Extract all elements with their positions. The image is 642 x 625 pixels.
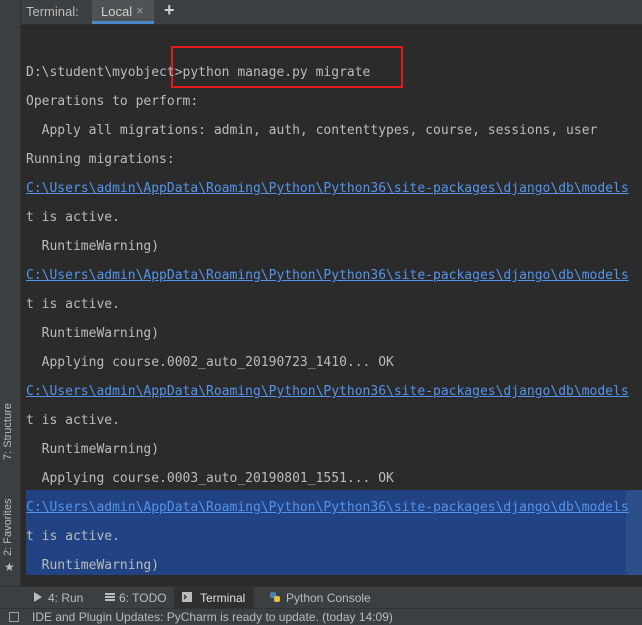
terminal-line: t is active. [26,297,120,312]
python-console-tool-tab[interactable]: Python Console [264,587,380,609]
terminal-link-line[interactable]: C:\Users\admin\AppData\Roaming\Python\Py… [26,499,629,517]
status-bar: IDE and Plugin Updates: PyCharm is ready… [0,608,642,625]
status-message[interactable]: IDE and Plugin Updates: PyCharm is ready… [32,610,393,624]
terminal-line: D:\student\myobject>python manage.py mig… [26,65,371,80]
terminal-line: Applying course.0003_auto_20190801_1551.… [26,471,394,486]
todo-tool-label: 6: TODO [119,591,167,605]
notification-icon[interactable] [9,612,19,622]
python-icon [270,592,280,602]
terminal-line: Applying course.0002_auto_20190723_1410.… [26,355,394,370]
tab-local-label: Local [101,4,133,19]
structure-tool-tab[interactable]: 7: Structure [2,396,18,460]
terminal-line: RuntimeWarning) [26,442,160,457]
run-tool-label: 4: Run [48,591,84,605]
tool-window-bar: 4: Run 6: TODO Terminal Python Console [0,586,642,609]
terminal-line: Apply all migrations: admin, auth, conte… [26,123,598,138]
terminal-icon [182,592,192,602]
list-icon [105,593,115,601]
terminal-link-line[interactable]: C:\Users\admin\AppData\Roaming\Python\Py… [26,267,629,285]
terminal-line: RuntimeWarning) [26,239,160,254]
terminal-tab-bar: Terminal: Local × + [0,0,642,25]
close-icon[interactable]: × [136,3,144,18]
favorites-tool-tab[interactable]: 2: Favorites [2,496,18,556]
play-icon [34,592,42,602]
terminal-tool-tab[interactable]: Terminal [174,587,254,609]
terminal-link-line[interactable]: C:\Users\admin\AppData\Roaming\Python\Py… [26,383,629,401]
star-icon[interactable]: ★ [4,560,15,574]
terminal-line: RuntimeWarning) [26,326,160,341]
terminal-panel-title: Terminal: [26,4,79,19]
terminal-output[interactable]: D:\student\myobject>python manage.py mig… [21,25,642,586]
run-tool-tab[interactable]: 4: Run [28,587,90,609]
left-tool-strip: 7: Structure 2: Favorites ★ [0,0,21,586]
terminal-line: Operations to perform: [26,94,199,109]
terminal-line: Running migrations: [26,152,175,167]
terminal-line: t is active. [26,529,120,544]
tab-local[interactable]: Local × [92,0,154,24]
terminal-link-line[interactable]: C:\Users\admin\AppData\Roaming\Python\Py… [26,180,629,198]
terminal-line: t is active. [26,413,120,428]
terminal-line: RuntimeWarning) [26,558,160,573]
terminal-tool-label: Terminal [200,591,246,605]
terminal-line: t is active. [26,210,120,225]
python-console-tool-label: Python Console [286,591,371,605]
new-session-icon[interactable]: + [164,0,175,21]
todo-tool-tab[interactable]: 6: TODO [100,587,170,609]
